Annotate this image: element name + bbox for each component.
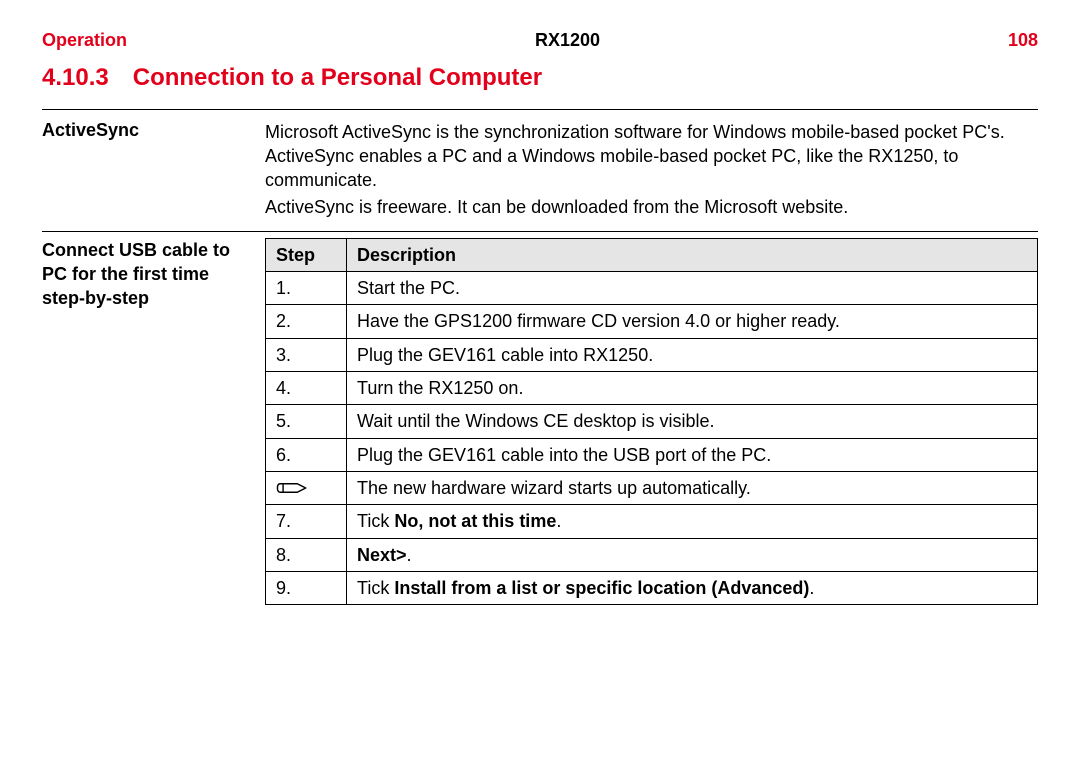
divider [42, 231, 1038, 232]
header-right: 108 [1008, 28, 1038, 52]
step-cell: 5. [266, 405, 347, 438]
table-row: 7.Tick No, not at this time. [266, 505, 1038, 538]
table-row: The new hardware wizard starts up automa… [266, 471, 1038, 504]
description-cell: Start the PC. [347, 272, 1038, 305]
description-cell: Wait until the Windows CE desktop is vis… [347, 405, 1038, 438]
page-header: Operation RX1200 108 [42, 28, 1038, 52]
description-cell: Have the GPS1200 firmware CD version 4.0… [347, 305, 1038, 338]
table-row: 2. Have the GPS1200 firmware CD version 4… [266, 305, 1038, 338]
activesync-p2: ActiveSync is freeware. It can be downlo… [265, 195, 1038, 219]
description-text: Plug the GEV161 cable into the USB port … [357, 445, 771, 465]
description-text: Plug the GEV161 cable into RX1250. [357, 345, 653, 365]
table-row: 4. Turn the RX1250 on. [266, 372, 1038, 405]
col-description: Description [347, 238, 1038, 271]
description-text: Install from a list or specific location… [394, 578, 809, 598]
description-cell: Plug the GEV161 cable into the USB port … [347, 438, 1038, 471]
description-text: . [407, 545, 412, 565]
step-cell: 1. [266, 272, 347, 305]
description-text: . [809, 578, 814, 598]
activesync-label: ActiveSync [42, 118, 247, 221]
description-text: Next> [357, 545, 407, 565]
step-cell: 2. [266, 305, 347, 338]
table-row: 3. Plug the GEV161 cable into RX1250. [266, 338, 1038, 371]
description-text: No, not at this time [394, 511, 556, 531]
table-row: 5. Wait until the Windows CE desktop is v… [266, 405, 1038, 438]
description-cell: Tick Install from a list or specific loc… [347, 571, 1038, 604]
divider [42, 109, 1038, 110]
table-row: 1. Start the PC. [266, 272, 1038, 305]
description-text: Turn the RX1250 on. [357, 378, 523, 398]
steps-table: Step Description 1. Start the PC. 2. Have t… [265, 238, 1038, 605]
description-text: Tick [357, 578, 394, 598]
steps-label: Connect USB cable to PC for the first ti… [42, 238, 247, 605]
header-left: Operation [42, 28, 127, 52]
step-cell: 6. [266, 438, 347, 471]
description-text: . [556, 511, 561, 531]
description-text: The new hardware wizard starts up automa… [357, 478, 751, 498]
description-text: Tick [357, 511, 394, 531]
description-cell: Next>. [347, 538, 1038, 571]
table-row: 8.Next>. [266, 538, 1038, 571]
header-center: RX1200 [127, 28, 1008, 52]
activesync-block: ActiveSync Microsoft ActiveSync is the s… [42, 118, 1038, 221]
table-row: 6. Plug the GEV161 cable into the USB por… [266, 438, 1038, 471]
step-cell: 8. [266, 538, 347, 571]
step-cell: 7. [266, 505, 347, 538]
description-text: Wait until the Windows CE desktop is vis… [357, 411, 714, 431]
description-cell: The new hardware wizard starts up automa… [347, 471, 1038, 504]
col-step: Step [266, 238, 347, 271]
pointing-hand-icon [276, 476, 336, 500]
section-heading: 4.10.3 Connection to a Personal Computer [42, 62, 1038, 94]
activesync-body: Microsoft ActiveSync is the synchronizat… [265, 118, 1038, 221]
table-row: 9.Tick Install from a list or specific l… [266, 571, 1038, 604]
step-cell [266, 471, 347, 504]
description-text: Have the GPS1200 firmware CD version 4.0… [357, 311, 840, 331]
step-cell: 4. [266, 372, 347, 405]
step-cell: 9. [266, 571, 347, 604]
description-cell: Turn the RX1250 on. [347, 372, 1038, 405]
section-number: 4.10.3 [42, 62, 109, 94]
section-title-text: Connection to a Personal Computer [133, 64, 542, 91]
description-cell: Plug the GEV161 cable into RX1250. [347, 338, 1038, 371]
steps-block: Connect USB cable to PC for the first ti… [42, 238, 1038, 605]
step-cell: 3. [266, 338, 347, 371]
description-cell: Tick No, not at this time. [347, 505, 1038, 538]
description-text: Start the PC. [357, 278, 460, 298]
activesync-p1: Microsoft ActiveSync is the synchronizat… [265, 120, 1038, 193]
steps-table-wrap: Step Description 1. Start the PC. 2. Have t… [265, 238, 1038, 605]
